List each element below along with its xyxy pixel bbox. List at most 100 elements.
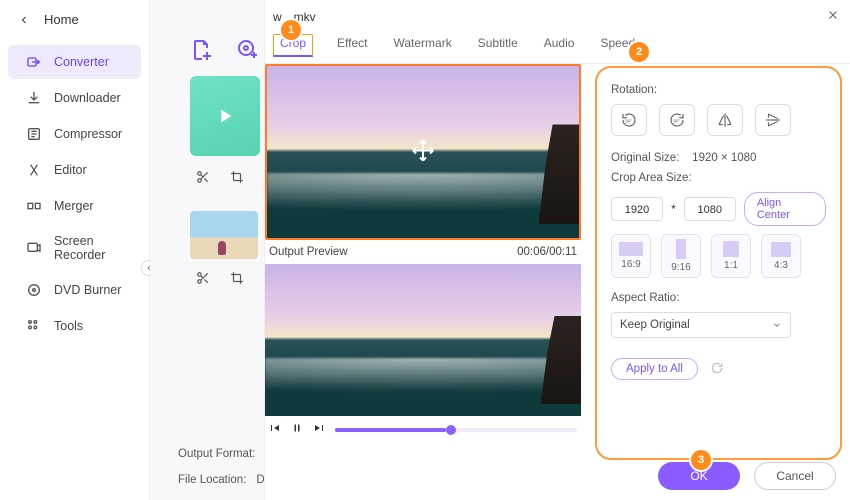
original-size-row: Original Size: 1920 × 1080 [611,152,826,164]
flip-h-icon [715,111,735,129]
tab-effect[interactable]: Effect [335,34,369,57]
sidebar-item-label: Tools [54,319,83,333]
playback-bar [265,416,581,443]
step-badge-3: 3 [691,450,711,470]
sidebar: Home Converter Downloader Compressor Edi… [0,0,150,500]
editor-icon [26,162,42,178]
ratio-16-9[interactable]: 16:9 [611,234,651,278]
tab-audio[interactable]: Audio [542,34,577,57]
svg-text:90°: 90° [673,118,680,123]
crop-settings-panel: Rotation: 90° 90° Original Size: 1920 × … [595,66,842,460]
sidebar-item-tools[interactable]: Tools [8,309,141,343]
file-location-label: File Location: [178,474,246,486]
crop-button[interactable] [230,271,244,288]
flip-vertical-button[interactable] [755,104,791,136]
tab-watermark[interactable]: Watermark [391,34,453,57]
merger-icon [26,198,42,214]
reset-icon [710,361,724,375]
chevron-down-icon [772,320,782,330]
sidebar-item-downloader[interactable]: Downloader [8,81,141,115]
ratio-1-1[interactable]: 1:1 [711,234,751,278]
sidebar-item-label: Converter [54,55,109,69]
output-preview-label: Output Preview [269,246,348,258]
scissors-icon [196,170,210,184]
move-icon [411,139,435,163]
step-badge-1: 1 [281,20,301,40]
original-size-value: 1920 × 1080 [692,152,756,164]
cut-button[interactable] [196,170,210,187]
sidebar-item-screen-recorder[interactable]: Screen Recorder [8,225,141,271]
sidebar-item-compressor[interactable]: Compressor [8,117,141,151]
next-button[interactable] [313,422,325,437]
filename-prefix: w [273,10,282,24]
pause-button[interactable] [291,422,303,437]
crop-icon [230,170,244,184]
crop-icon [230,271,244,285]
sidebar-item-label: Screen Recorder [54,234,123,262]
file-thumb-2[interactable] [190,211,258,259]
crop-sep: * [671,202,676,216]
file-thumb-1[interactable] [190,76,260,156]
sidebar-item-editor[interactable]: Editor [8,153,141,187]
prev-button[interactable] [269,422,281,437]
disc-plus-icon [236,38,260,62]
sidebar-item-label: Editor [54,163,87,177]
compressor-icon [26,126,42,142]
rotate-cw-button[interactable]: 90° [659,104,695,136]
add-file-button[interactable] [190,38,214,62]
crop-width-input[interactable]: 1920 [611,197,663,221]
cut-button[interactable] [196,271,210,288]
prev-icon [269,422,281,434]
crop-height-input[interactable]: 1080 [684,197,736,221]
step-badge-2: 2 [629,42,649,62]
sidebar-item-label: Downloader [54,91,121,105]
back-icon [18,14,30,26]
ratio-9-16[interactable]: 9:16 [661,234,701,278]
ratio-label: 16:9 [621,259,640,270]
download-icon [26,90,42,106]
align-center-button[interactable]: Align Center [744,192,826,226]
tools-icon [26,318,42,334]
seek-slider[interactable] [335,428,577,432]
edit-tabs: Crop Effect Watermark Subtitle Audio Spe… [265,0,850,64]
aspect-ratio-select[interactable]: Keep Original [611,312,791,338]
next-icon [313,422,325,434]
modal-footer: OK Cancel [658,462,836,490]
ratio-label: 9:16 [671,262,690,273]
original-size-label: Original Size: [611,152,679,164]
reset-button[interactable] [710,361,724,378]
time-display: 00:06/00:11 [517,246,577,258]
preview-image [265,264,581,416]
flip-horizontal-button[interactable] [707,104,743,136]
sidebar-item-dvd-burner[interactable]: DVD Burner [8,273,141,307]
ratio-4-3[interactable]: 4:3 [761,234,801,278]
aspect-ratio-value: Keep Original [620,319,690,331]
crop-area-label: Crop Area Size: [611,172,826,184]
flip-v-icon [763,111,783,129]
converter-icon [26,54,42,70]
crop-preview[interactable] [265,64,581,240]
dvd-icon [26,282,42,298]
crop-button[interactable] [230,170,244,187]
edit-modal: wxxmkv Crop Effect Watermark Subtitle Au… [264,0,850,500]
play-icon [214,105,236,127]
pause-icon [291,422,303,434]
move-handle[interactable] [411,139,435,166]
add-dvd-button[interactable] [236,38,260,62]
sidebar-item-converter[interactable]: Converter [8,45,141,79]
rotation-label: Rotation: [611,84,826,96]
output-format-label: Output Format: [178,448,255,460]
home-label: Home [44,12,79,27]
rotate-ccw-button[interactable]: 90° [611,104,647,136]
close-icon [826,8,840,22]
svg-text:90°: 90° [625,118,632,123]
close-button[interactable] [826,6,840,27]
home-link[interactable]: Home [0,0,149,39]
apply-to-all-button[interactable]: Apply to All [611,358,698,380]
cancel-button[interactable]: Cancel [754,462,836,490]
sidebar-item-label: Compressor [54,127,122,141]
output-preview [265,264,581,416]
recorder-icon [26,240,42,256]
tab-subtitle[interactable]: Subtitle [476,34,520,57]
sidebar-item-merger[interactable]: Merger [8,189,141,223]
